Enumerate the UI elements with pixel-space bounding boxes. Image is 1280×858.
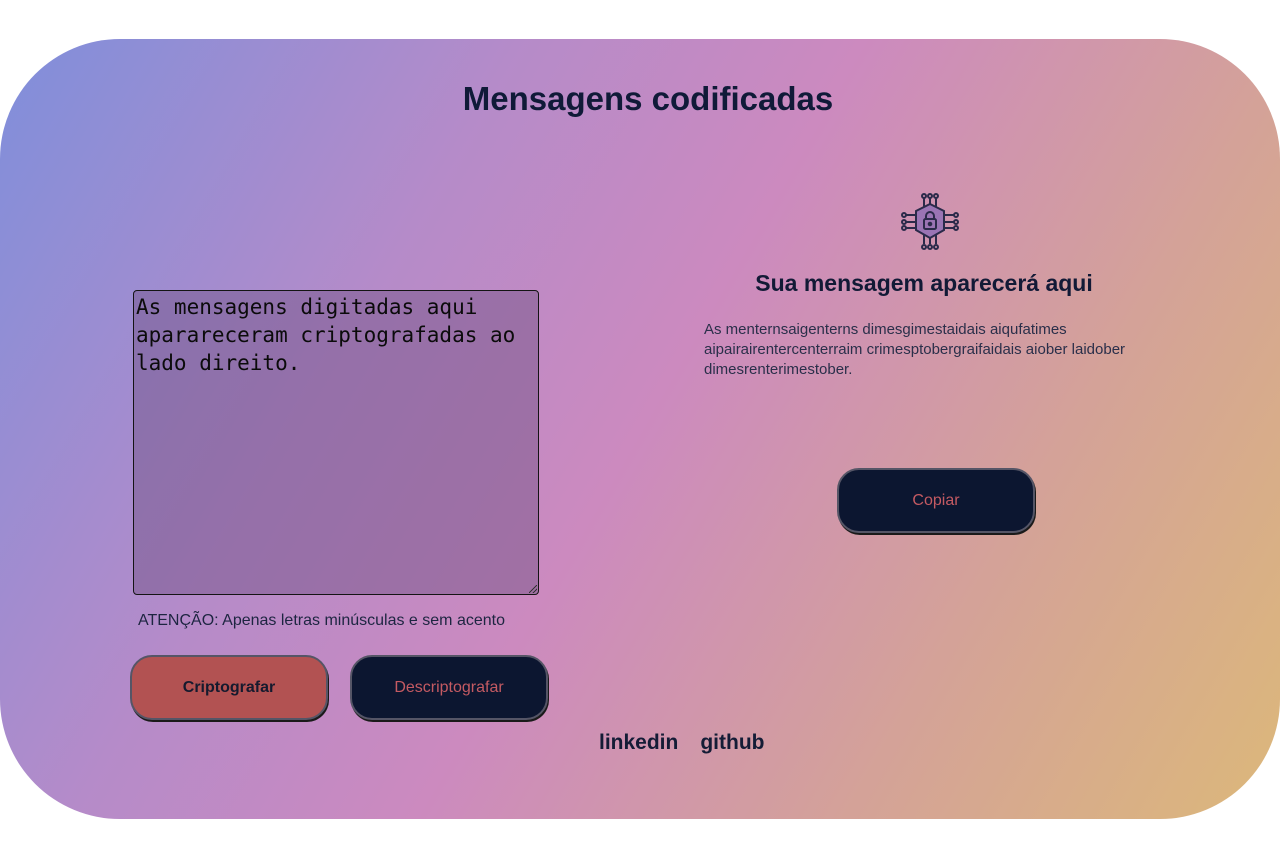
- resize-grip-icon[interactable]: [529, 585, 537, 593]
- main-card: Mensagens codificadas As mensagens digit…: [0, 39, 1280, 819]
- output-text: As menternsaigenterns dimesgimestaidais …: [704, 321, 1126, 378]
- security-lock-circuit-icon: [900, 192, 960, 252]
- output-heading: Sua mensagem aparecerá aqui: [755, 270, 1093, 296]
- copy-button[interactable]: Copiar: [837, 468, 1035, 533]
- footer-links: linkedin github: [599, 731, 765, 755]
- github-link[interactable]: github: [700, 731, 764, 755]
- linkedin-link[interactable]: linkedin: [599, 731, 678, 755]
- input-warning: ATENÇÃO: Apenas letras minúsculas e sem …: [138, 612, 505, 629]
- page-title: Mensagens codificadas: [462, 80, 834, 117]
- decrypt-button[interactable]: Descriptografar: [350, 655, 548, 720]
- message-input[interactable]: As mensagens digitadas aqui aparareceram…: [133, 290, 539, 595]
- encrypt-button[interactable]: Criptografar: [130, 655, 328, 720]
